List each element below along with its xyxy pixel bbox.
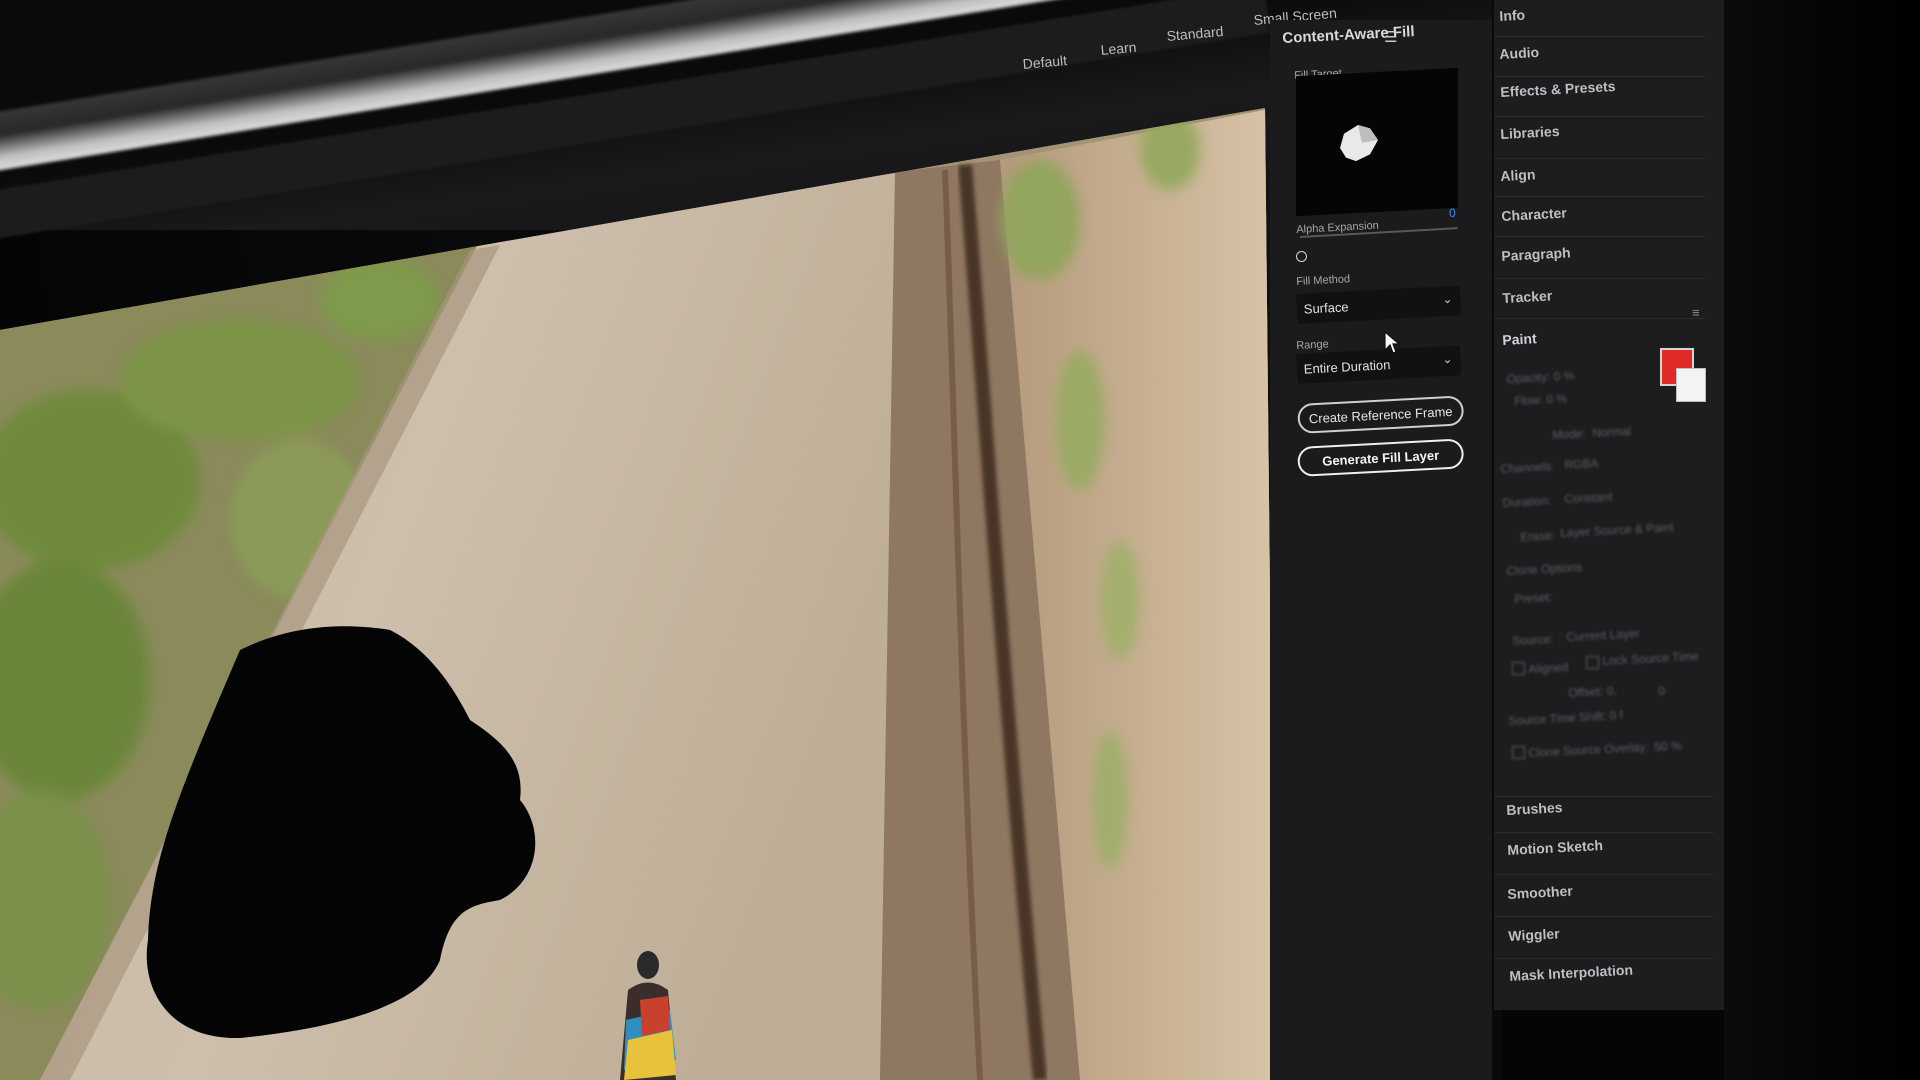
fill-target-preview [1296,67,1458,217]
hamburger-menu-icon[interactable]: ☰ [1384,28,1397,46]
clone-source-overlay-value[interactable]: 50 % [1654,739,1682,754]
panel-tab-wiggler[interactable]: Wiggler [1508,925,1560,944]
panel-tab-align[interactable]: Align [1500,166,1536,184]
workspace-tab-learn[interactable]: Learn [1100,39,1137,58]
paint-channels-label: Channels: [1500,459,1555,476]
chevron-down-icon: ⌄ [1442,291,1453,307]
paint-erase-label: Erase: [1520,528,1556,544]
chevron-down-icon: ⌄ [1442,351,1453,367]
paint-mode-label: Mode: [1552,426,1587,442]
paint-opacity[interactable]: Opacity: 0 % [1506,368,1575,386]
paint-duration-label: Duration: [1502,493,1552,510]
clone-source-value[interactable]: Current Layer [1566,626,1640,644]
panel-tab-character[interactable]: Character [1501,205,1567,224]
panel-tab-audio[interactable]: Audio [1499,44,1539,62]
clone-options-label: Clone Options [1506,560,1583,578]
mouse-cursor-icon [1384,330,1401,354]
paint-erase-value[interactable]: Layer Source & Paint [1560,520,1674,540]
fill-target-shape [1340,124,1378,162]
range-label: Range [1296,338,1330,352]
source-time-shift[interactable]: Source Time Shift: 0 f [1508,708,1623,728]
screen-photo: Default Learn Standard Small Screen Cont… [0,0,1920,1080]
panel-tab-info[interactable]: Info [1499,7,1525,24]
clone-preset-label: Preset: [1514,590,1553,606]
alpha-expansion-value[interactable]: 0 [1449,206,1456,220]
alpha-expansion-slider-handle[interactable] [1296,251,1307,262]
range-value: Entire Duration [1303,357,1391,377]
aligned-checkbox[interactable] [1512,662,1525,675]
lock-source-time-label: Lock Source Time [1602,648,1699,668]
clone-offset-label: Offset: 0, [1568,683,1618,700]
panel-tab-libraries[interactable]: Libraries [1500,123,1560,142]
paint-mode-value[interactable]: Normal [1592,424,1631,440]
panel-tab-smoother[interactable]: Smoother [1507,883,1573,902]
clone-source-overlay-label: Clone Source Overlay: [1528,739,1650,760]
panel-tab-brushes[interactable]: Brushes [1506,799,1563,818]
clone-source-overlay-checkbox[interactable] [1512,746,1525,759]
panel-menu-icon[interactable]: ≡ [1692,305,1700,320]
lock-source-time-checkbox[interactable] [1586,656,1599,669]
panel-tab-tracker[interactable]: Tracker [1502,287,1553,306]
paint-controls: Opacity: 0 % Flow: 0 % Mode: Normal Chan… [1494,350,1724,790]
fill-method-value: Surface [1303,299,1349,317]
panel-tab-paint[interactable]: Paint [1502,330,1537,348]
monitor-right-bezel [1724,0,1920,1080]
clone-source-label: Source: [1512,631,1555,648]
paint-flow[interactable]: Flow: 0 % [1514,391,1567,408]
paint-channels-value[interactable]: RGBA [1564,456,1599,472]
clone-offset-value[interactable]: 0 [1658,684,1665,698]
aligned-label: Aligned [1528,659,1569,676]
paint-duration-value[interactable]: Constant [1564,489,1613,505]
